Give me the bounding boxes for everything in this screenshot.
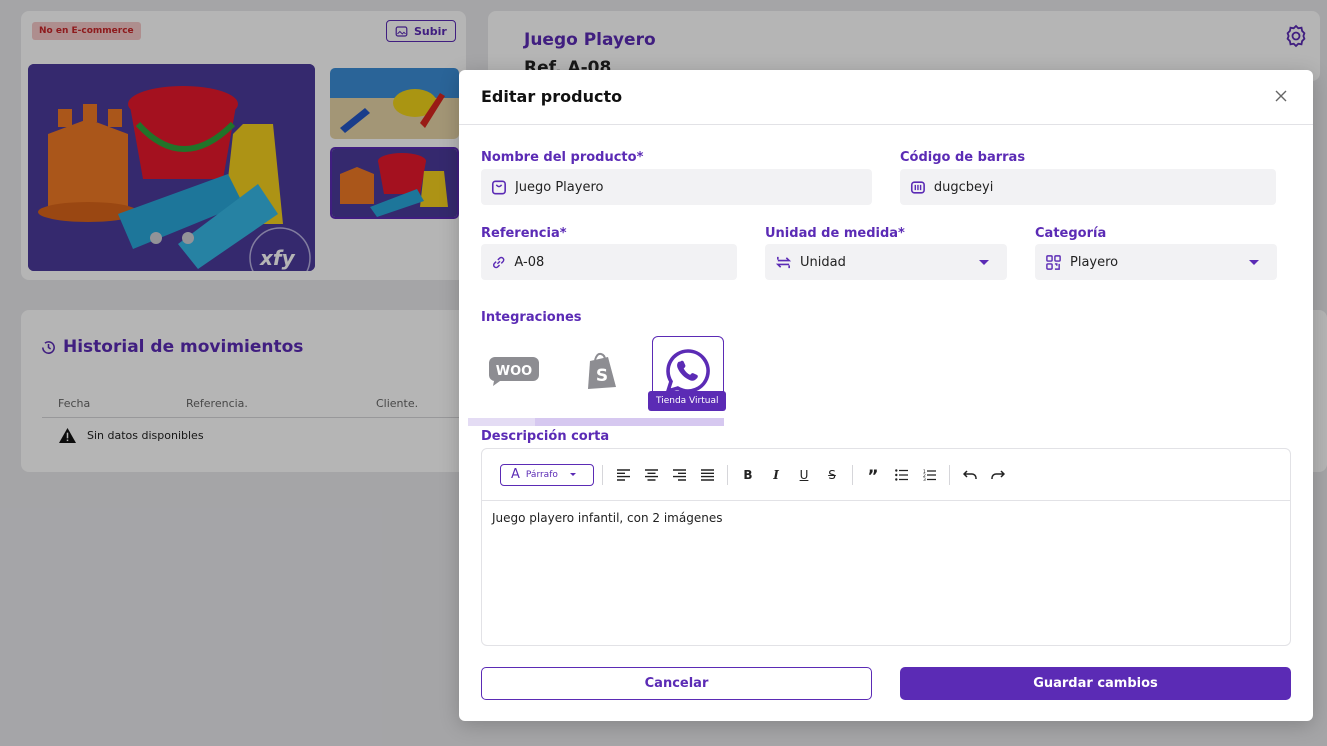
- align-justify-button[interactable]: [693, 463, 721, 487]
- toolbar-separator: [949, 464, 950, 485]
- reference-field: [481, 244, 737, 280]
- whatsapp-icon: [665, 349, 710, 394]
- align-right-icon: [672, 468, 686, 481]
- cancel-button[interactable]: Cancelar: [481, 667, 872, 700]
- toolbar-separator: [727, 464, 728, 485]
- align-justify-icon: [700, 468, 714, 481]
- svg-text:WOO: WOO: [496, 364, 532, 379]
- redo-icon: [991, 469, 1005, 479]
- chevron-down-icon: [979, 259, 989, 265]
- link-icon: [493, 256, 505, 268]
- align-left-button[interactable]: [609, 463, 637, 487]
- numbered-list-icon: 123: [923, 469, 936, 481]
- chevron-down-icon: [569, 473, 576, 476]
- category-label: Categoría: [1035, 226, 1107, 241]
- underline-icon: U: [799, 467, 809, 482]
- reference-label: Referencia*: [481, 226, 567, 241]
- strikethrough-button[interactable]: S: [818, 463, 846, 487]
- integration-tab-indicator: [535, 418, 724, 426]
- italic-icon: I: [773, 467, 779, 482]
- modal-title: Editar producto: [481, 87, 623, 106]
- editor-toolbar: A Párrafo B I U S ” 123: [482, 449, 1290, 501]
- product-name-input[interactable]: [514, 179, 872, 195]
- edit-product-modal: Editar producto Nombre del producto* Cód…: [459, 70, 1313, 721]
- quote-icon: ”: [867, 467, 879, 487]
- barcode-field: [900, 169, 1276, 205]
- font-icon: A: [511, 467, 520, 482]
- toolbar-separator: [602, 464, 603, 485]
- chevron-down-icon: [1249, 259, 1259, 265]
- undo-button[interactable]: [956, 463, 984, 487]
- redo-button[interactable]: [984, 463, 1012, 487]
- product-name-label: Nombre del producto*: [481, 150, 644, 165]
- undo-icon: [963, 469, 977, 479]
- save-changes-button[interactable]: Guardar cambios: [900, 667, 1291, 700]
- toolbar-separator: [852, 464, 853, 485]
- close-icon: [1275, 90, 1287, 102]
- align-right-button[interactable]: [665, 463, 693, 487]
- align-center-button[interactable]: [637, 463, 665, 487]
- integration-tooltip: Tienda Virtual: [648, 391, 727, 411]
- strikethrough-icon: S: [828, 467, 836, 482]
- category-select[interactable]: Playero: [1035, 244, 1277, 280]
- paragraph-style-select[interactable]: A Párrafo: [500, 463, 594, 486]
- shopify-icon: S: [588, 352, 616, 389]
- numbered-list-button[interactable]: 123: [915, 463, 943, 487]
- underline-button[interactable]: U: [790, 463, 818, 487]
- barcode-icon: [910, 180, 925, 194]
- unit-select[interactable]: Unidad: [765, 244, 1007, 280]
- reference-input[interactable]: [514, 254, 737, 270]
- product-name-field: [481, 169, 872, 205]
- barcode-label: Código de barras: [900, 150, 1026, 165]
- shopify-integration[interactable]: S: [567, 336, 637, 406]
- category-value: Playero: [1070, 254, 1119, 270]
- integrations-label: Integraciones: [481, 310, 582, 325]
- bold-icon: B: [743, 467, 753, 482]
- grid-icon: [1046, 254, 1061, 270]
- bold-button[interactable]: B: [734, 463, 762, 487]
- tag-icon: [491, 180, 506, 194]
- rich-text-editor: A Párrafo B I U S ” 123 Juego playero in…: [481, 448, 1291, 646]
- woocommerce-icon: WOO: [489, 357, 539, 386]
- unit-value: Unidad: [800, 254, 846, 270]
- align-center-icon: [644, 468, 658, 481]
- quote-button[interactable]: ”: [859, 463, 887, 487]
- short-description-label: Descripción corta: [481, 429, 610, 444]
- editor-content[interactable]: Juego playero infantil, con 2 imágenes: [492, 511, 722, 525]
- swap-icon: [775, 256, 792, 268]
- unit-label: Unidad de medida*: [765, 226, 905, 241]
- barcode-input[interactable]: [933, 179, 1276, 195]
- modal-header: Editar producto: [459, 70, 1313, 125]
- bullet-list-icon: [894, 468, 908, 481]
- svg-text:3: 3: [923, 477, 926, 481]
- italic-button[interactable]: I: [762, 463, 790, 487]
- align-left-icon: [616, 468, 630, 481]
- bullet-list-button[interactable]: [887, 463, 915, 487]
- close-button[interactable]: [1271, 86, 1291, 106]
- woocommerce-integration[interactable]: WOO: [481, 336, 547, 406]
- paragraph-style-value: Párrafo: [525, 469, 558, 480]
- svg-text:S: S: [596, 366, 608, 386]
